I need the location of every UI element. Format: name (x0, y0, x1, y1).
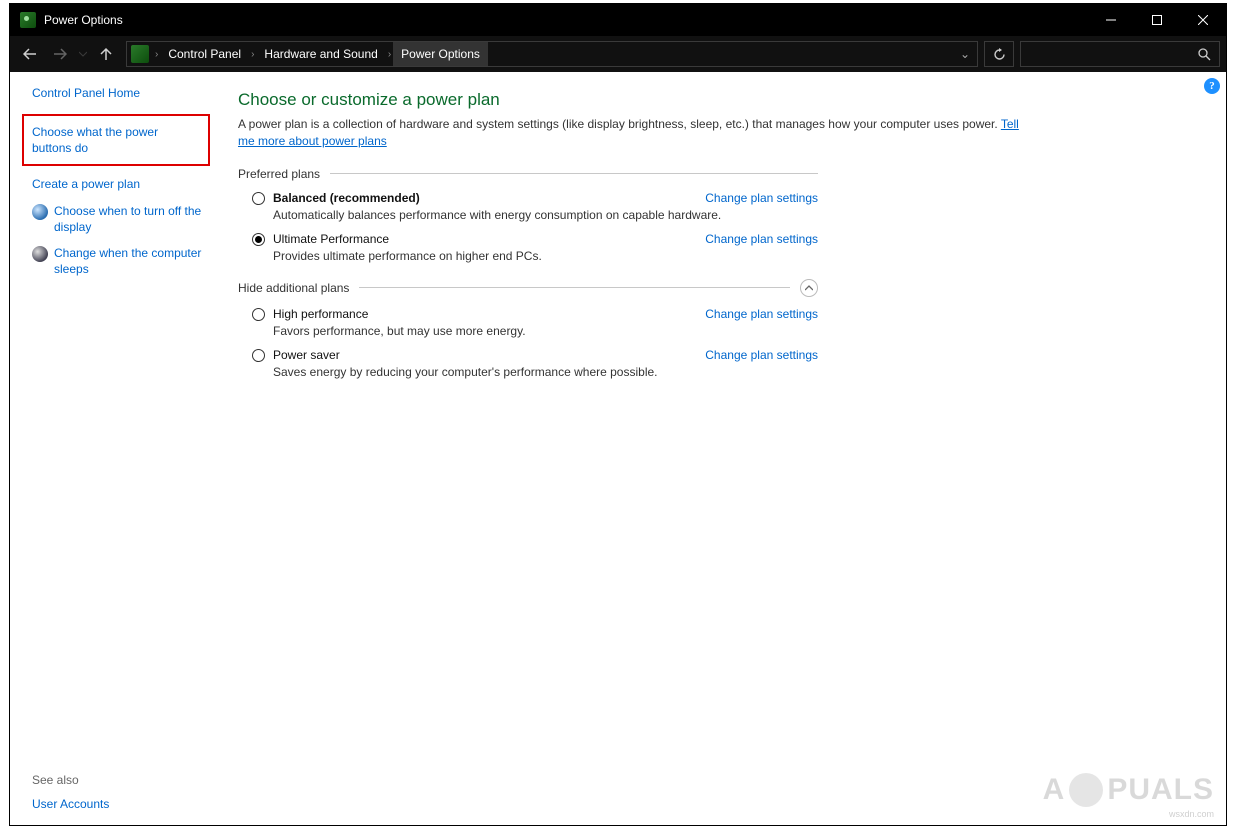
watermark-face-icon (1069, 773, 1103, 807)
chevron-right-icon[interactable]: › (386, 49, 393, 60)
location-icon (131, 45, 149, 63)
window-title: Power Options (44, 13, 123, 27)
minimize-button[interactable] (1088, 4, 1134, 36)
intro-paragraph: A power plan is a collection of hardware… (238, 117, 1001, 131)
sidebar-link-label: Create a power plan (32, 176, 208, 192)
breadcrumb-leaf[interactable]: Power Options (393, 42, 488, 66)
address-bar[interactable]: › Control Panel › Hardware and Sound › P… (126, 41, 978, 67)
plan-description: Provides ultimate performance on higher … (273, 249, 818, 263)
up-button[interactable] (92, 40, 120, 68)
recent-dropdown[interactable] (76, 40, 90, 68)
sidebar-link-sleep[interactable]: Change when the computer sleeps (32, 245, 208, 277)
collapse-button[interactable] (800, 279, 818, 297)
forward-button[interactable] (46, 40, 74, 68)
change-plan-settings-link[interactable]: Change plan settings (705, 307, 818, 321)
plan-name: High performance (273, 307, 368, 321)
chevron-up-icon (805, 284, 813, 292)
plan-name: Power saver (273, 348, 340, 362)
section-header: Hide additional plans (238, 279, 818, 297)
maximize-button[interactable] (1134, 4, 1180, 36)
sidebar-link-label: Change when the computer sleeps (54, 245, 208, 277)
plan-high-performance: High performance Change plan settings Fa… (252, 307, 818, 338)
watermark-sub: wsxdn.com (1169, 809, 1214, 819)
plan-name: Balanced (recommended) (273, 191, 420, 205)
breadcrumb-root[interactable]: Control Panel (160, 42, 249, 66)
additional-plans-section: Hide additional plans High performance C… (238, 279, 818, 379)
moon-icon (32, 246, 48, 262)
plan-description: Favors performance, but may use more ene… (273, 324, 818, 338)
watermark: A PUALS (1043, 773, 1214, 807)
sidebar: Control Panel Home Choose what the power… (10, 72, 220, 825)
plan-description: Automatically balances performance with … (273, 208, 818, 222)
plan-name: Ultimate Performance (273, 232, 389, 246)
plan-power-saver: Power saver Change plan settings Saves e… (252, 348, 818, 379)
control-panel-home-link[interactable]: Control Panel Home (32, 86, 208, 100)
monitor-icon (32, 204, 48, 220)
page-title: Choose or customize a power plan (238, 90, 1208, 110)
window-frame: Power Options › Control Panel › (9, 3, 1227, 826)
preferred-plans-section: Preferred plans Balanced (recommended) C… (238, 167, 818, 263)
sidebar-bottom: See also User Accounts (32, 773, 109, 811)
sidebar-link-turn-off-display[interactable]: Choose when to turn off the display (32, 203, 208, 235)
close-button[interactable] (1180, 4, 1226, 36)
chevron-right-icon[interactable]: › (249, 49, 256, 60)
sidebar-link-label: Choose when to turn off the display (54, 203, 208, 235)
sidebar-link-power-buttons[interactable]: Choose what the power buttons do (22, 114, 210, 166)
main-panel: ? Choose or customize a power plan A pow… (220, 72, 1226, 825)
breadcrumb-mid[interactable]: Hardware and Sound (256, 42, 385, 66)
address-dropdown[interactable]: ⌄ (953, 47, 977, 61)
radio-ultimate[interactable] (252, 233, 265, 246)
radio-power-saver[interactable] (252, 349, 265, 362)
see-also-label: See also (32, 773, 109, 787)
power-options-icon (20, 12, 36, 28)
radio-balanced[interactable] (252, 192, 265, 205)
refresh-button[interactable] (984, 41, 1014, 67)
plan-ultimate: Ultimate Performance Change plan setting… (252, 232, 818, 263)
plan-balanced: Balanced (recommended) Change plan setti… (252, 191, 818, 222)
titlebar: Power Options (10, 4, 1226, 36)
radio-high-performance[interactable] (252, 308, 265, 321)
sidebar-link-create-plan[interactable]: Create a power plan (32, 176, 208, 192)
chevron-right-icon[interactable]: › (153, 49, 160, 60)
navbar: › Control Panel › Hardware and Sound › P… (10, 36, 1226, 72)
section-title: Hide additional plans (238, 281, 349, 295)
change-plan-settings-link[interactable]: Change plan settings (705, 191, 818, 205)
back-button[interactable] (16, 40, 44, 68)
search-icon (1198, 48, 1211, 61)
help-icon[interactable]: ? (1204, 78, 1220, 94)
plan-description: Saves energy by reducing your computer's… (273, 365, 818, 379)
content-area: Control Panel Home Choose what the power… (10, 72, 1226, 825)
search-box[interactable] (1020, 41, 1220, 67)
section-header: Preferred plans (238, 167, 818, 181)
section-title: Preferred plans (238, 167, 320, 181)
sidebar-link-label: Choose what the power buttons do (32, 124, 200, 156)
intro-text: A power plan is a collection of hardware… (238, 116, 1028, 151)
change-plan-settings-link[interactable]: Change plan settings (705, 232, 818, 246)
change-plan-settings-link[interactable]: Change plan settings (705, 348, 818, 362)
see-also-user-accounts[interactable]: User Accounts (32, 797, 109, 811)
